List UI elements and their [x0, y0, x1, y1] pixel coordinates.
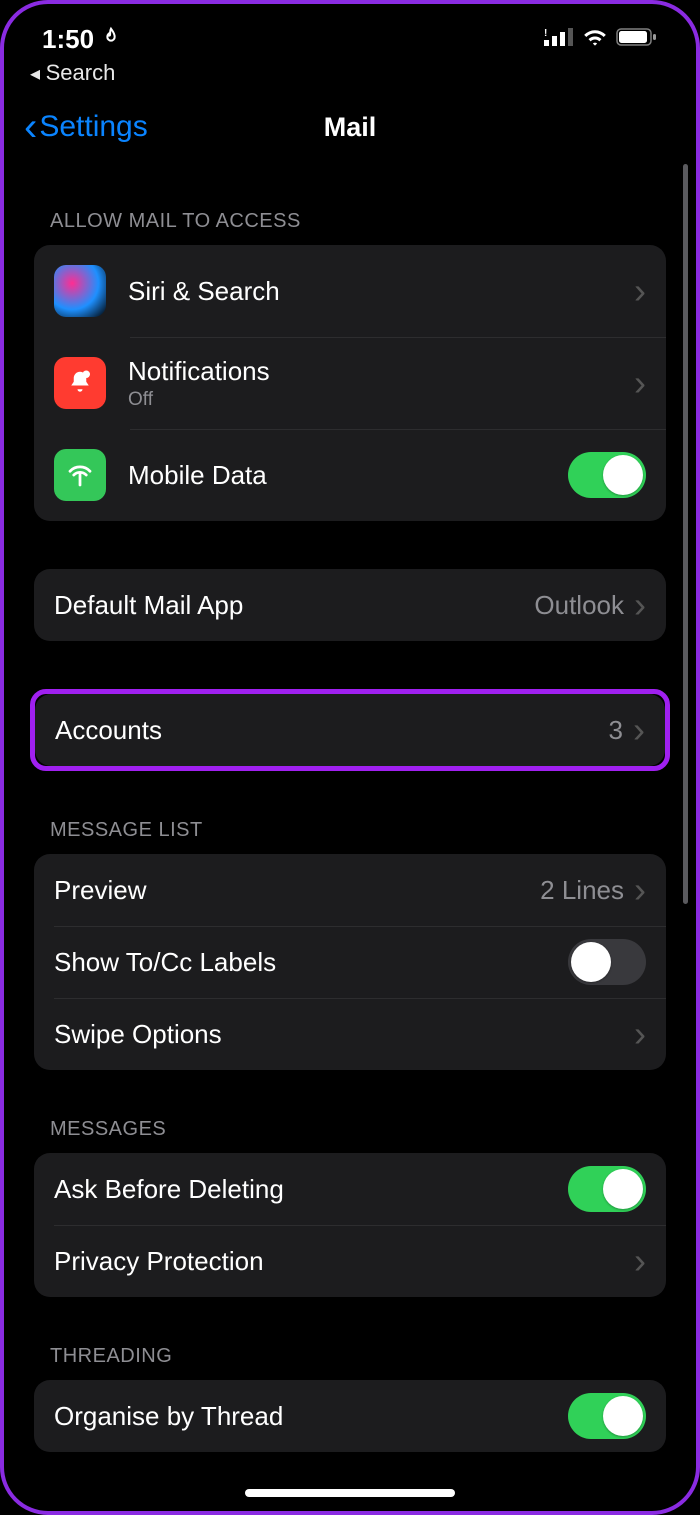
chevron-left-icon: ‹ [24, 107, 37, 147]
back-button[interactable]: ‹ Settings [24, 107, 148, 147]
ask-delete-toggle[interactable] [568, 1166, 646, 1212]
row-privacy-protection[interactable]: Privacy Protection › [34, 1225, 666, 1297]
row-label: Ask Before Deleting [54, 1174, 568, 1205]
row-label: Default Mail App [54, 590, 534, 621]
chevron-right-icon: › [634, 1016, 646, 1052]
row-value: 3 [609, 715, 623, 746]
group-threading: Organise by Thread [34, 1380, 666, 1452]
row-label: Show To/Cc Labels [54, 947, 568, 978]
group-access: Siri & Search › Notifications Off › Mobi… [34, 245, 666, 521]
svg-text:!: ! [544, 28, 547, 39]
row-label: Mobile Data [128, 460, 568, 491]
organise-thread-toggle[interactable] [568, 1393, 646, 1439]
chevron-right-icon: › [634, 1243, 646, 1279]
chevron-right-icon: › [634, 365, 646, 401]
section-header-messages: Messages [24, 1118, 676, 1153]
nav-bar: ‹ Settings Mail [24, 100, 676, 154]
group-default-mail: Default Mail App Outlook › [34, 569, 666, 641]
row-notifications[interactable]: Notifications Off › [34, 337, 666, 429]
row-label: Organise by Thread [54, 1401, 568, 1432]
row-show-tocc[interactable]: Show To/Cc Labels [34, 926, 666, 998]
row-preview[interactable]: Preview 2 Lines › [34, 854, 666, 926]
chevron-right-icon: › [634, 273, 646, 309]
notifications-icon [54, 357, 106, 409]
group-message-list: Preview 2 Lines › Show To/Cc Labels Swip… [34, 854, 666, 1070]
section-header-threading: Threading [24, 1345, 676, 1380]
highlight-accounts: Accounts 3 › [30, 689, 670, 771]
row-value: Outlook [534, 590, 624, 621]
row-mobile-data[interactable]: Mobile Data [34, 429, 666, 521]
row-label: Siri & Search [128, 276, 634, 307]
row-label: Preview [54, 875, 540, 906]
row-ask-before-deleting[interactable]: Ask Before Deleting [34, 1153, 666, 1225]
status-time: 1:50 [42, 24, 94, 55]
row-siri-search[interactable]: Siri & Search › [34, 245, 666, 337]
mobile-data-toggle[interactable] [568, 452, 646, 498]
section-header-message-list: Message List [24, 819, 676, 854]
wifi-icon [582, 27, 608, 52]
battery-icon [616, 27, 658, 52]
chevron-right-icon: › [634, 587, 646, 623]
tocc-toggle[interactable] [568, 939, 646, 985]
row-swipe-options[interactable]: Swipe Options › [34, 998, 666, 1070]
siri-icon [54, 265, 106, 317]
row-default-mail-app[interactable]: Default Mail App Outlook › [34, 569, 666, 641]
row-label: Privacy Protection [54, 1246, 634, 1277]
cellular-signal-icon: ! [544, 27, 574, 52]
row-accounts[interactable]: Accounts 3 › [35, 694, 665, 766]
row-organise-by-thread[interactable]: Organise by Thread [34, 1380, 666, 1452]
group-messages: Ask Before Deleting Privacy Protection › [34, 1153, 666, 1297]
row-label: Accounts [55, 715, 609, 746]
row-label: Swipe Options [54, 1019, 634, 1050]
screen-time-icon [100, 26, 122, 53]
breadcrumb-back-search[interactable]: Search [24, 56, 676, 100]
row-value: 2 Lines [540, 875, 624, 906]
back-label: Settings [39, 110, 147, 144]
home-indicator[interactable] [245, 1489, 455, 1497]
scroll-indicator[interactable] [683, 164, 688, 904]
section-header-access: Allow Mail to Access [24, 210, 676, 245]
row-sublabel: Off [128, 389, 634, 411]
status-bar: 1:50 ! [24, 22, 676, 56]
chevron-right-icon: › [633, 712, 645, 748]
chevron-right-icon: › [634, 872, 646, 908]
row-label: Notifications [128, 356, 634, 387]
mobile-data-icon [54, 449, 106, 501]
